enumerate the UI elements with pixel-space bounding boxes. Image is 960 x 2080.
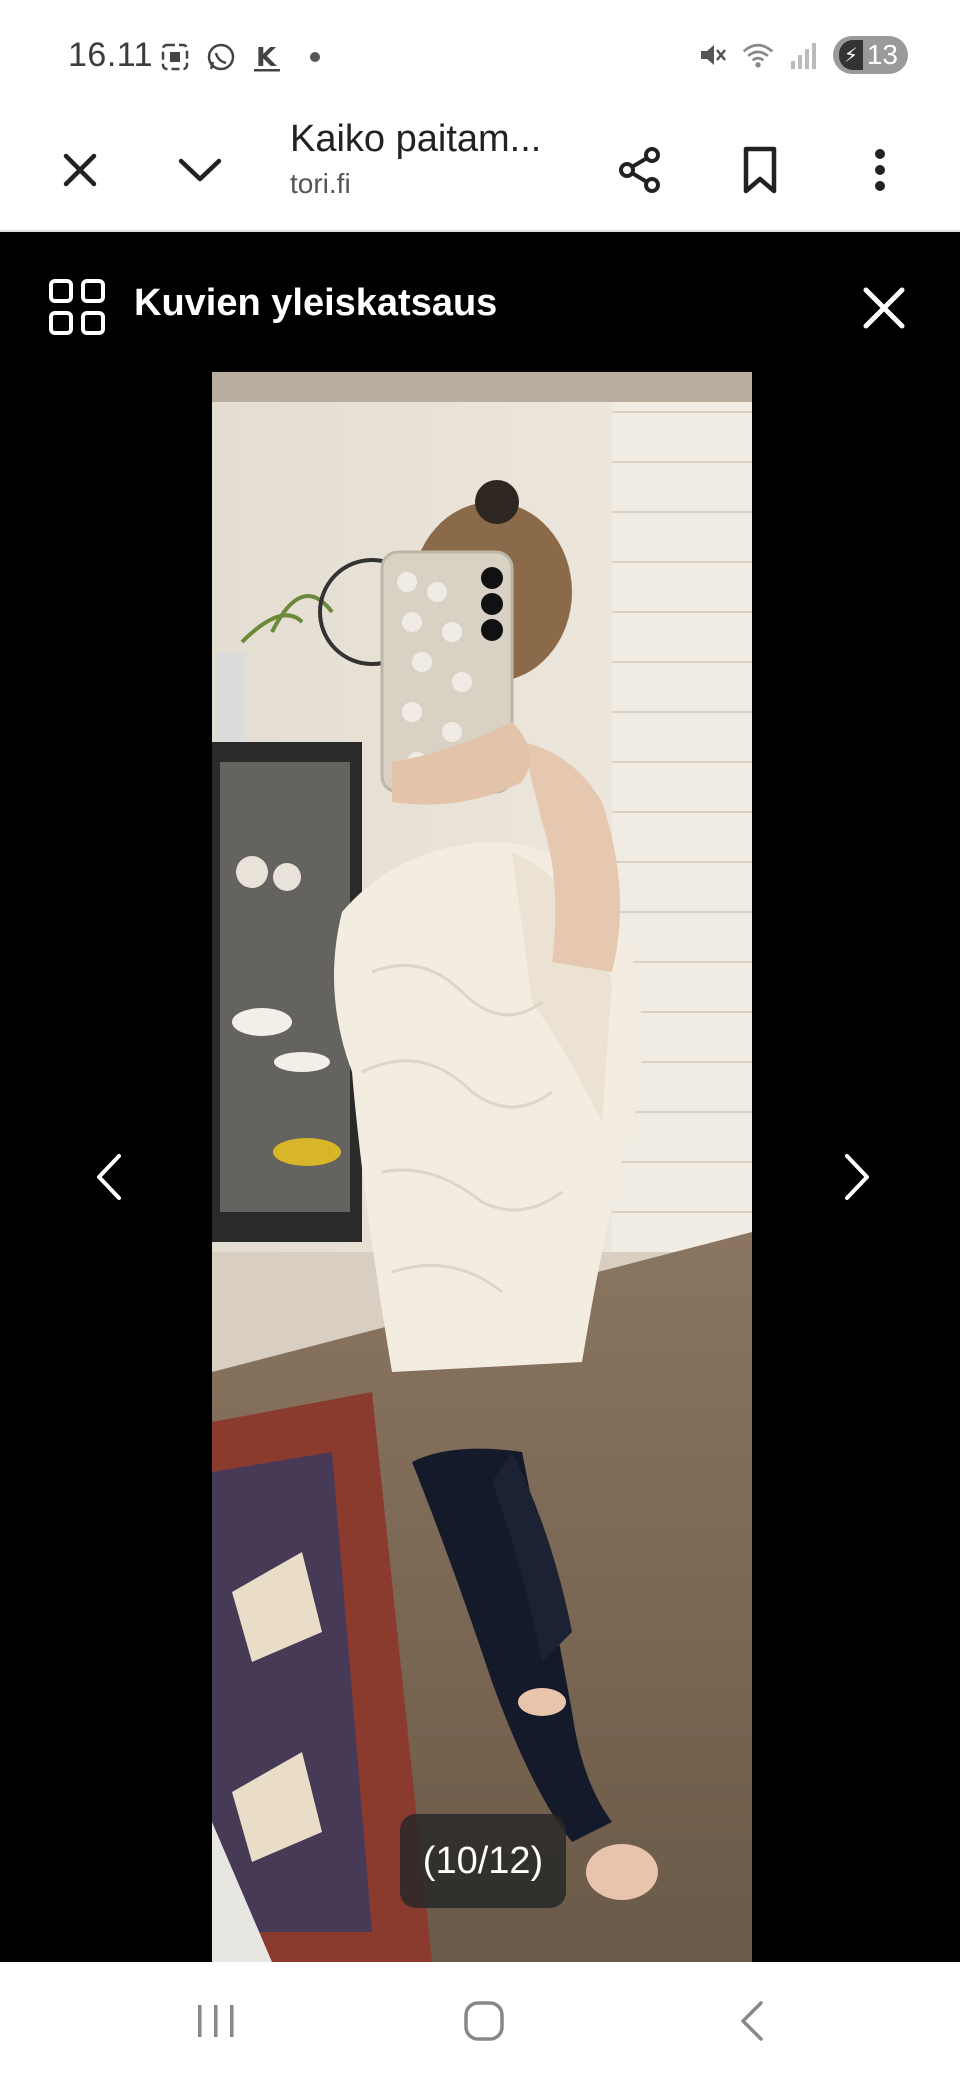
image-counter: (10/12) xyxy=(400,1814,566,1908)
close-tab-button[interactable] xyxy=(44,134,116,206)
bookmark-button[interactable] xyxy=(724,134,796,206)
gallery-header: Kuvien yleiskatsaus xyxy=(0,232,960,372)
status-left-icons: K xyxy=(158,40,320,74)
grid-icon xyxy=(49,279,105,335)
notification-dot xyxy=(310,52,320,62)
browser-toolbar: Kaiko paitam... tori.fi xyxy=(0,108,960,232)
mute-icon xyxy=(695,38,729,72)
image-gallery: Kuvien yleiskatsaus (10/12) xyxy=(0,232,960,1962)
wifi-icon xyxy=(741,38,775,72)
close-gallery-button[interactable] xyxy=(856,280,912,336)
signal-icon xyxy=(787,38,821,72)
mirror-selfie-image xyxy=(212,372,752,1962)
back-button[interactable] xyxy=(712,1988,792,2054)
more-options-button[interactable] xyxy=(844,134,916,206)
previous-image-button[interactable] xyxy=(80,1142,136,1212)
battery-charging-icon: ⚡ 13 xyxy=(832,36,908,74)
home-button[interactable] xyxy=(444,1988,524,2054)
gallery-title[interactable]: Kuvien yleiskatsaus xyxy=(134,282,497,325)
bolt-icon: ⚡ xyxy=(838,40,863,70)
next-image-button[interactable] xyxy=(830,1142,886,1212)
more-icon xyxy=(875,149,885,191)
chevron-down-icon xyxy=(178,158,222,182)
close-icon xyxy=(863,287,905,329)
recents-icon xyxy=(198,2005,234,2037)
share-icon xyxy=(619,147,660,193)
listing-photo[interactable] xyxy=(212,372,752,1962)
status-bar: 16.11 K ⚡ 13 xyxy=(0,0,960,108)
page-title: Kaiko paitam... xyxy=(290,118,542,160)
battery-level: 13 xyxy=(866,39,898,70)
status-time: 16.11 xyxy=(68,36,154,74)
chevron-right-icon xyxy=(845,1154,869,1200)
grid-overview-button[interactable] xyxy=(48,278,106,336)
page-domain: tori.fi xyxy=(290,168,351,199)
chevron-left-icon xyxy=(97,1154,121,1200)
close-icon xyxy=(63,153,97,187)
home-icon xyxy=(464,2001,504,2041)
minimize-button[interactable] xyxy=(164,134,236,206)
status-right-icons: ⚡ 13 xyxy=(695,36,908,74)
bookmark-icon xyxy=(743,146,777,194)
screenshot-icon xyxy=(158,40,192,74)
whatsapp-icon xyxy=(204,40,238,74)
back-icon xyxy=(741,2001,763,2041)
share-button[interactable] xyxy=(604,134,676,206)
svg-text:K: K xyxy=(256,43,277,73)
recents-button[interactable] xyxy=(176,1988,256,2054)
system-nav-bar xyxy=(0,1962,960,2080)
k-app-icon: K xyxy=(250,40,284,74)
